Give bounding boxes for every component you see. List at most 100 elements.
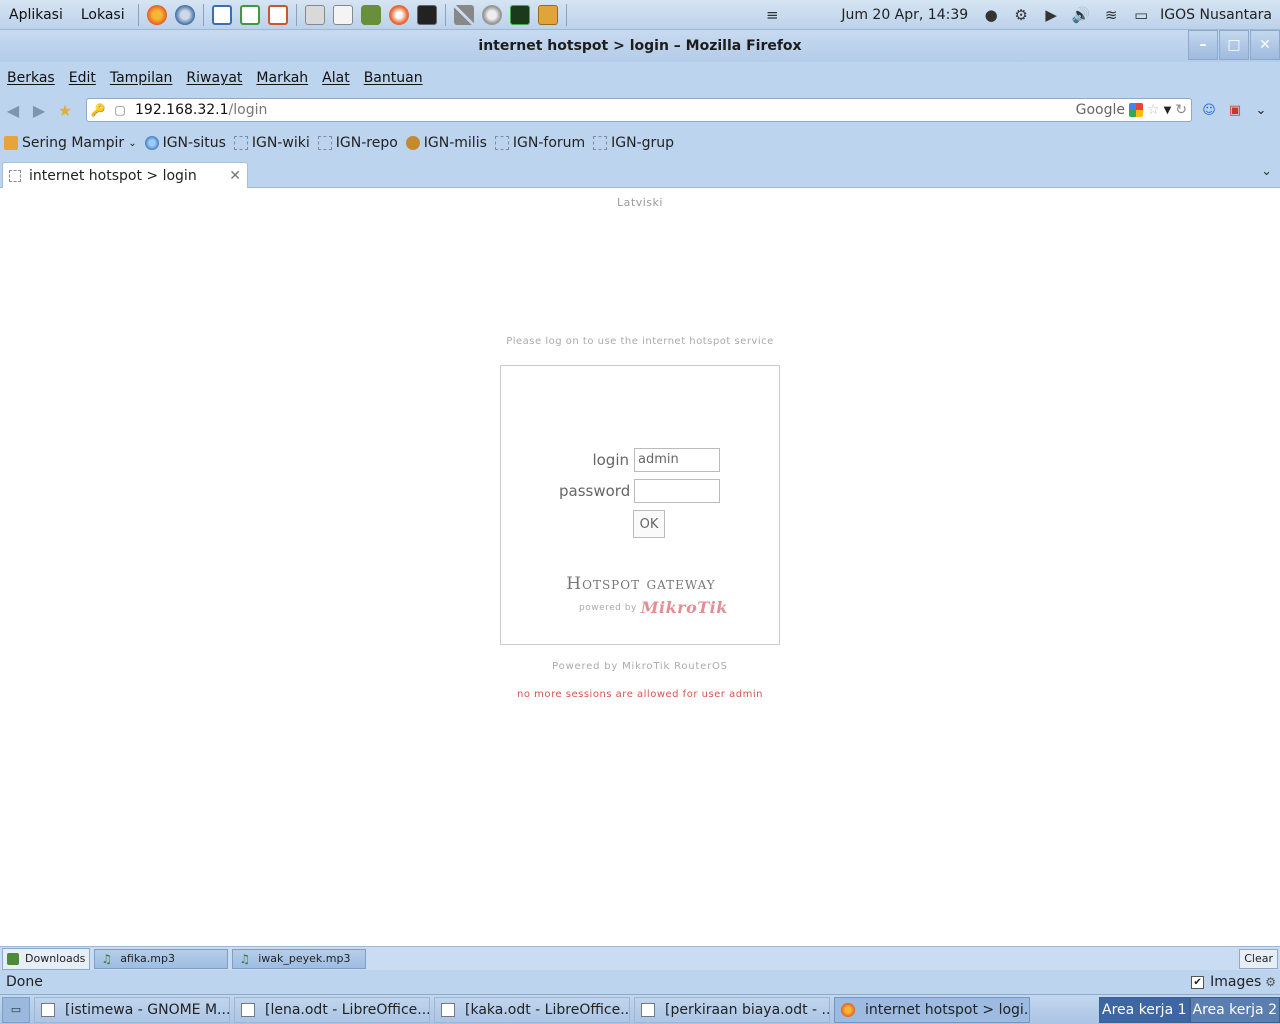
tab-hotspot-login[interactable]: internet hotspot > login ✕ — [2, 162, 248, 188]
applications-menu[interactable]: Aplikasi — [0, 7, 72, 23]
text-editor-launcher-icon[interactable] — [331, 4, 355, 26]
settings-launcher-icon[interactable] — [480, 4, 504, 26]
media-tray-icon[interactable]: ▶ — [1040, 5, 1062, 25]
clear-downloads-button[interactable]: Clear — [1239, 948, 1278, 969]
package-launcher-icon[interactable] — [536, 4, 560, 26]
volume-icon[interactable]: 🔊 — [1070, 5, 1092, 25]
notification-icon[interactable]: ● — [980, 5, 1002, 25]
tab-list-chevron-icon[interactable]: ⌄ — [1261, 164, 1272, 179]
search-engine-label: Google — [1075, 102, 1125, 118]
wifi-icon[interactable]: ≋ — [1100, 5, 1122, 25]
bookmark-label: Sering Mampir — [22, 135, 125, 151]
task-firefox[interactable]: internet hotspot > logi... — [834, 996, 1030, 1023]
calc-launcher-icon[interactable] — [238, 4, 262, 26]
addon-status-icon[interactable]: ⚙ — [1265, 975, 1276, 989]
menu-history[interactable]: Riwayat — [179, 70, 249, 86]
bookmark-star-icon[interactable]: ★ — [52, 98, 78, 122]
navigation-toolbar: ◀ ▶ ★ 🔑 ▢ 192.168.32.1/login Google ☆ ▼ … — [0, 94, 1280, 126]
login-label: login — [592, 451, 629, 469]
page-icon — [317, 136, 332, 150]
thunderbird-launcher-icon[interactable] — [173, 4, 197, 26]
panel-separator — [295, 3, 297, 26]
document-icon — [641, 1002, 655, 1017]
menu-tools[interactable]: Alat — [315, 70, 357, 86]
menu-bookmarks[interactable]: Markah — [249, 70, 315, 86]
back-icon[interactable]: ◀ — [0, 98, 26, 122]
page-icon — [593, 136, 608, 150]
bookmark-ign-repo[interactable]: IGN-repo — [317, 135, 398, 151]
terminal-launcher-icon[interactable] — [415, 4, 439, 26]
google-icon[interactable] — [1129, 103, 1143, 117]
bookmark-ign-situs[interactable]: IGN-situs — [144, 135, 226, 151]
window-titlebar[interactable]: internet hotspot > login – Mozilla Firef… — [0, 30, 1280, 62]
places-menu[interactable]: Lokasi — [72, 7, 134, 23]
document-icon — [441, 1002, 455, 1017]
task-lena[interactable]: [lena.odt - LibreOffice... — [234, 996, 430, 1023]
forward-icon[interactable]: ▶ — [26, 98, 52, 122]
bookmark-label: IGN-repo — [335, 135, 398, 151]
password-input[interactable] — [634, 479, 720, 503]
tab-bar: internet hotspot > login ✕ ⌄ — [0, 160, 1280, 188]
task-istimewa[interactable]: [istimewa - GNOME M... — [34, 996, 230, 1023]
images-toggle[interactable]: ✔ Images ⚙ — [1191, 974, 1280, 990]
menu-view[interactable]: Tampilan — [103, 70, 180, 86]
login-input[interactable]: admin — [634, 448, 720, 472]
impress-launcher-icon[interactable] — [266, 4, 290, 26]
bookmark-ign-grup[interactable]: IGN-grup — [593, 135, 674, 151]
task-label: [perkiraan biaya.odt - ... — [665, 1001, 830, 1018]
panel-right-area: ≡ Jum 20 Apr, 14:39 ● ⚙ ▶ 🔊 ≋ ▭ IGOS Nus… — [757, 0, 1280, 30]
writer-launcher-icon[interactable] — [210, 4, 234, 26]
language-link[interactable]: Latviski — [0, 196, 1280, 209]
document-icon — [241, 1002, 255, 1017]
media-player-launcher-icon[interactable] — [359, 4, 383, 26]
menu-file[interactable]: Berkas — [0, 70, 62, 86]
panel-user[interactable]: IGOS Nusantara — [1156, 7, 1280, 23]
tools-launcher-icon[interactable] — [452, 4, 476, 26]
downloads-button[interactable]: Downloads — [2, 947, 91, 970]
images-checkbox[interactable]: ✔ — [1191, 975, 1205, 989]
pdf-icon[interactable]: ▣ — [1224, 100, 1246, 120]
task-perkiraan-biaya[interactable]: [perkiraan biaya.odt - ... — [634, 996, 830, 1023]
close-icon[interactable]: ✕ — [1250, 30, 1280, 60]
bookmarks-toolbar: Sering Mampir ⌄ IGN-situs IGN-wiki IGN-re… — [0, 126, 1280, 160]
bookmark-label: IGN-situs — [162, 135, 226, 151]
menu-help[interactable]: Bantuan — [357, 70, 430, 86]
task-kaka[interactable]: [kaka.odt - LibreOffice... — [434, 996, 630, 1023]
workspace-2[interactable]: Area kerja 2 — [1189, 996, 1280, 1023]
identity-icon[interactable]: 🔑 — [87, 99, 109, 121]
task-label: [kaka.odt - LibreOffice... — [465, 1001, 630, 1018]
music-player-launcher-icon[interactable] — [387, 4, 411, 26]
show-desktop-icon[interactable]: ▭ — [2, 996, 30, 1023]
system-monitor-launcher-icon[interactable] — [508, 4, 532, 26]
page-icon — [233, 136, 248, 150]
download-item-iwak-peyek[interactable]: ♫ iwak_peyek.mp3 — [232, 948, 367, 969]
minimize-icon[interactable]: – — [1188, 30, 1218, 60]
bookmark-ign-wiki[interactable]: IGN-wiki — [233, 135, 310, 151]
url-bar[interactable]: 🔑 ▢ 192.168.32.1/login Google ☆ ▼ ↻ — [86, 98, 1192, 122]
addon-icon[interactable]: ☺ — [1198, 100, 1220, 120]
file-manager-launcher-icon[interactable] — [303, 4, 327, 26]
overflow-chevron-icon[interactable]: ⌄ — [1250, 100, 1272, 120]
updates-icon[interactable]: ⚙ — [1010, 5, 1032, 25]
firefox-launcher-icon[interactable] — [145, 4, 169, 26]
star-icon[interactable]: ☆ — [1147, 102, 1160, 118]
bookmark-ign-forum[interactable]: IGN-forum — [494, 135, 585, 151]
powered-by-logo[interactable]: powered by MikroTik — [579, 598, 728, 617]
downloads-bar: Downloads ♫ afika.mp3 ♫ iwak_peyek.mp3 Cle… — [0, 946, 1280, 970]
login-notice: Please log on to use the internet hotspo… — [506, 336, 774, 347]
download-item-afika[interactable]: ♫ afika.mp3 — [94, 948, 229, 969]
maximize-icon[interactable]: □ — [1219, 30, 1249, 60]
chevron-down-icon[interactable]: ▼ — [1164, 105, 1172, 116]
download-filename: afika.mp3 — [120, 952, 175, 965]
reload-icon[interactable]: ↻ — [1175, 102, 1187, 118]
workspace-1[interactable]: Area kerja 1 — [1099, 996, 1190, 1023]
task-label: [istimewa - GNOME M... — [65, 1001, 230, 1018]
images-label: Images — [1210, 974, 1262, 990]
menu-edit[interactable]: Edit — [62, 70, 103, 86]
ok-button[interactable]: OK — [633, 510, 665, 538]
close-tab-icon[interactable]: ✕ — [229, 168, 241, 184]
bookmark-most-visited[interactable]: Sering Mampir ⌄ — [4, 135, 137, 151]
bookmark-ign-milis[interactable]: IGN-milis — [405, 135, 487, 151]
panel-clock[interactable]: Jum 20 Apr, 14:39 — [833, 7, 976, 23]
panel-separator — [444, 3, 446, 26]
